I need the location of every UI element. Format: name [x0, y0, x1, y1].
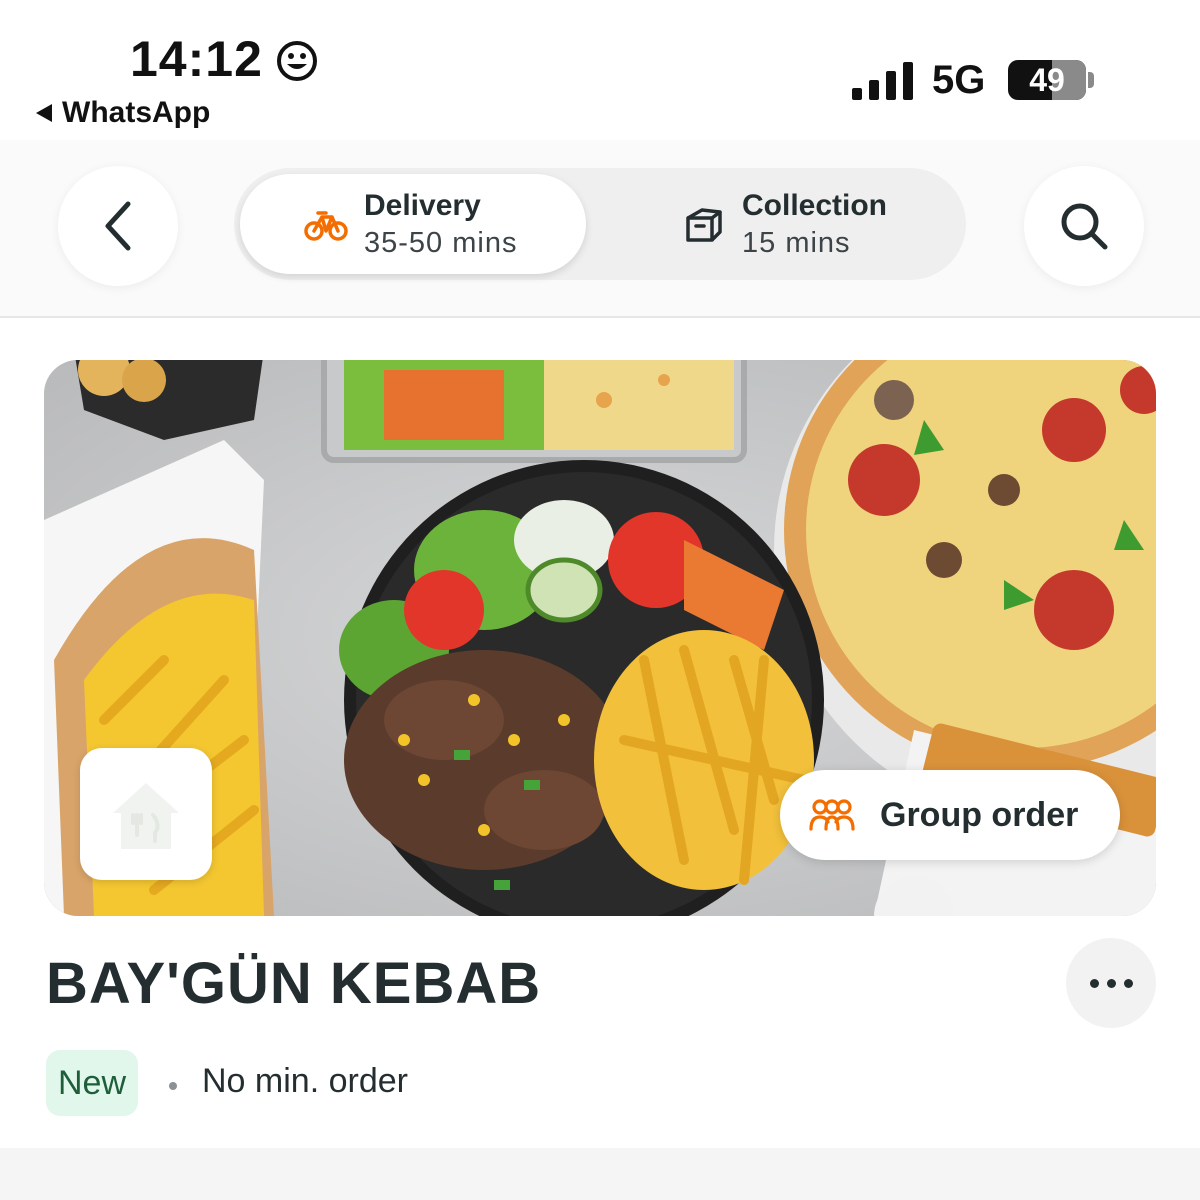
back-to-app-link[interactable]: WhatsApp	[36, 96, 210, 130]
min-order-text: No min. order	[202, 1062, 408, 1100]
search-button[interactable]	[1024, 166, 1144, 286]
signal-icon	[852, 62, 913, 100]
back-app-label: WhatsApp	[62, 96, 211, 129]
group-icon	[809, 799, 855, 831]
search-icon	[1061, 203, 1108, 250]
more-options-icon	[1089, 978, 1099, 988]
status-bar: 14:12 WhatsApp 5G 49	[0, 0, 1200, 140]
delivery-collection-toggle: Delivery 35-50 mins Collection 15 mins	[234, 168, 966, 280]
smiley-icon	[277, 41, 317, 81]
battery-icon: 49	[1008, 60, 1086, 100]
delivery-time: 35-50 mins	[364, 226, 518, 259]
bottom-divider-strip	[0, 1148, 1200, 1200]
bike-icon	[304, 211, 348, 241]
delivery-label: Delivery	[364, 189, 481, 223]
separator-dot	[169, 1082, 177, 1090]
collection-time: 15 mins	[742, 226, 851, 259]
group-order-label: Group order	[880, 795, 1079, 834]
back-button[interactable]	[58, 166, 178, 286]
collection-option[interactable]: Collection 15 mins	[664, 174, 964, 274]
delivery-option[interactable]: Delivery 35-50 mins	[240, 174, 586, 274]
network-type: 5G	[932, 58, 986, 102]
battery-percent: 49	[1029, 62, 1065, 98]
status-time: 14:12	[130, 31, 263, 87]
chevron-left-icon	[105, 201, 131, 251]
restaurant-name: BAY'GÜN KEBAB	[46, 951, 542, 1016]
collection-bag-icon	[686, 208, 722, 242]
group-order-button[interactable]: Group order	[780, 770, 1120, 860]
restaurant-logo	[80, 748, 212, 880]
restaurant-logo-placeholder-icon	[113, 783, 179, 849]
collection-label: Collection	[742, 189, 888, 223]
new-badge: New	[46, 1050, 139, 1116]
back-triangle-icon	[36, 104, 52, 122]
more-options-button[interactable]	[1066, 938, 1156, 1028]
top-nav-bar: Delivery 35-50 mins Collection 15 mins	[0, 140, 1200, 318]
battery-tip	[1088, 72, 1094, 88]
